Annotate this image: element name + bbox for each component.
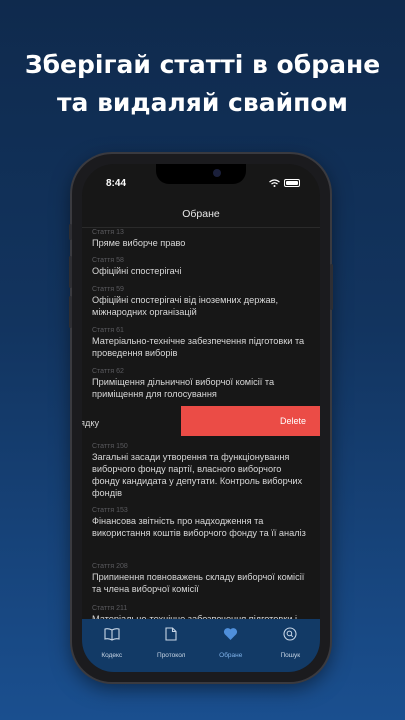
document-icon	[165, 627, 177, 641]
swiped-item-text: ядку	[82, 418, 100, 428]
phone-frame: 8:44 Обране Стаття 13 Пряме виборче прав…	[69, 154, 333, 682]
article-number: Стаття 62	[92, 368, 124, 375]
article-title: Матеріально-технічне забезпечення підгот…	[92, 336, 305, 358]
list-item[interactable]: Стаття 13 Пряме виборче право	[82, 228, 320, 256]
article-number: Стаття 208	[92, 563, 128, 570]
article-title: Загальні засади утворення та функціонува…	[92, 452, 303, 498]
tab-codex[interactable]: Кодекс	[84, 627, 140, 672]
power-button	[330, 264, 333, 310]
tab-protocol[interactable]: Протокол	[143, 627, 199, 672]
article-title: Припинення повноважень складу виборчої к…	[92, 572, 305, 594]
status-time: 8:44	[106, 178, 127, 189]
tab-label: Пошук	[280, 652, 301, 659]
wifi-icon	[269, 179, 280, 187]
article-title: Офіційні спостерігачі	[92, 266, 182, 276]
swiped-list-item[interactable]: ядку Delete	[82, 406, 320, 442]
article-title: Приміщення дільничної виборчої комісії т…	[92, 377, 275, 399]
volume-up-button	[69, 256, 72, 288]
tab-label: Кодекс	[101, 652, 123, 659]
article-number: Стаття 13	[92, 229, 124, 236]
article-number: Стаття 150	[92, 443, 128, 450]
article-title: Офіційні спостерігачі від іноземних держ…	[92, 295, 279, 317]
phone-screen: 8:44 Обране Стаття 13 Пряме виборче прав…	[82, 164, 320, 672]
list-item[interactable]: Стаття 208 Припинення повноважень складу…	[82, 562, 320, 604]
article-number: Стаття 211	[92, 605, 128, 612]
article-title: Пряме виборче право	[92, 238, 186, 248]
promo-headline: Зберігай статті в обране та видаляй свай…	[0, 46, 405, 122]
camera-icon	[213, 169, 221, 177]
article-title: Фінансова звітність про надходження та в…	[92, 516, 306, 538]
book-icon	[104, 628, 120, 641]
list-item[interactable]: Стаття 58 Офіційні спостерігачі	[82, 256, 320, 285]
headline-line-2: та видаляй свайпом	[57, 88, 348, 117]
article-number: Стаття 59	[92, 286, 124, 293]
battery-icon	[284, 179, 300, 187]
volume-down-button	[69, 296, 72, 328]
search-icon	[283, 627, 297, 641]
list-item[interactable]: Стаття 150 Загальні засади утворення та …	[82, 442, 320, 506]
tab-favorites[interactable]: Обране	[203, 627, 259, 672]
tab-search[interactable]: Пошук	[262, 627, 318, 672]
article-number: Стаття 153	[92, 507, 128, 514]
page-title: Обране	[182, 208, 220, 220]
list-item[interactable]: Стаття 62 Приміщення дільничної виборчої…	[82, 367, 320, 406]
heart-icon	[224, 628, 238, 640]
list-item[interactable]: Стаття 153 Фінансова звітність про надхо…	[82, 506, 320, 562]
article-number: Стаття 61	[92, 327, 124, 334]
tab-bar: Кодекс Протокол Обране Пошук	[82, 619, 320, 672]
list-item[interactable]: Стаття 61 Матеріально-технічне забезпече…	[82, 326, 320, 367]
headline-line-1: Зберігай статті в обране	[24, 50, 381, 79]
article-number: Стаття 58	[92, 257, 124, 264]
mute-switch	[69, 224, 72, 240]
tab-label: Протокол	[157, 652, 186, 659]
notch	[156, 164, 246, 184]
list-item[interactable]: Стаття 59 Офіційні спостерігачі від іноз…	[82, 285, 320, 326]
favorites-list: Стаття 13 Пряме виборче право Стаття 58 …	[82, 228, 320, 634]
tab-label: Обране	[219, 652, 243, 659]
nav-bar: Обране	[82, 200, 320, 228]
delete-button[interactable]: Delete	[181, 406, 320, 436]
